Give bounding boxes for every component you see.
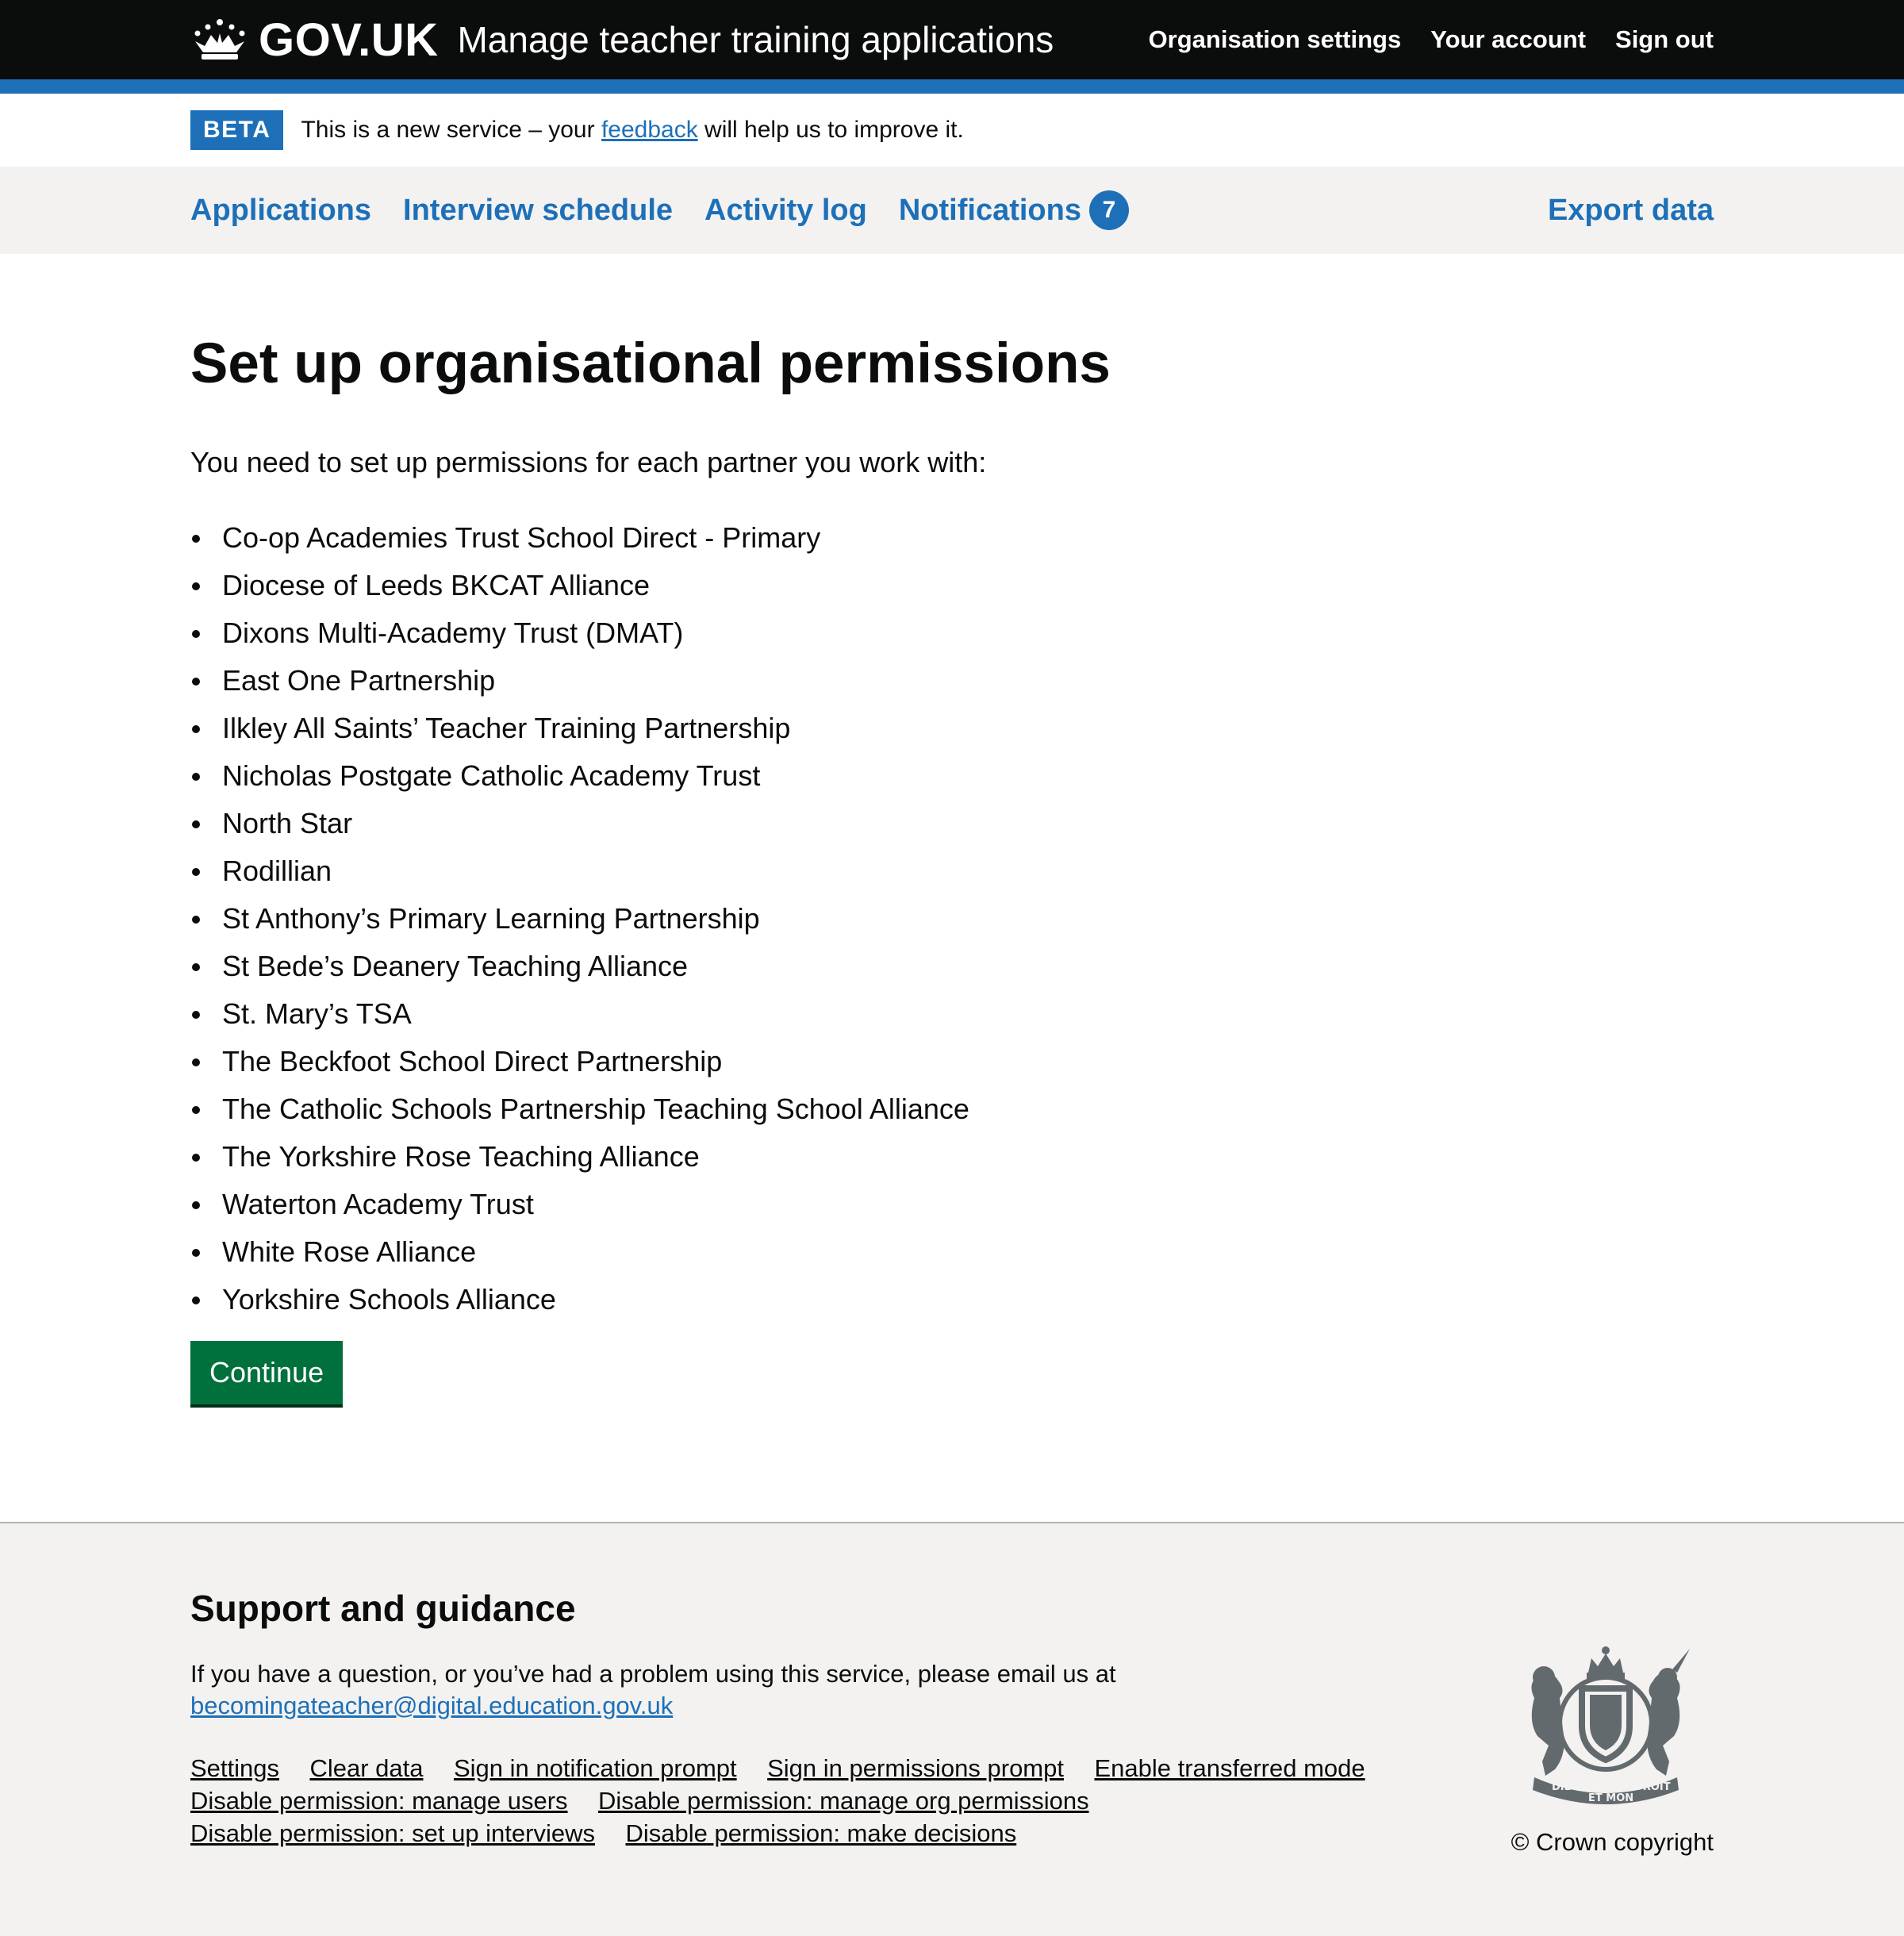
partner-list-item: The Beckfoot School Direct Partnership: [190, 1038, 1714, 1085]
phase-text-before: This is a new service – your: [301, 117, 601, 143]
organisation-settings-link[interactable]: Organisation settings: [1149, 25, 1402, 54]
footer-heading: Support and guidance: [190, 1588, 576, 1629]
site-header: GOV.UK Manage teacher training applicati…: [0, 0, 1904, 94]
footer-link-sign-in-notification-prompt[interactable]: Sign in notification prompt: [454, 1754, 737, 1782]
footer-link-disable-manage-org-permissions[interactable]: Disable permission: manage org permissio…: [598, 1787, 1089, 1815]
crest-motto-et-mon: ET MON: [1588, 1792, 1633, 1804]
nav-activity-log[interactable]: Activity log: [704, 194, 867, 228]
partner-list-item: St. Mary’s TSA: [190, 990, 1714, 1038]
footer-link-disable-manage-users[interactable]: Disable permission: manage users: [190, 1787, 568, 1815]
footer-link-sign-in-permissions-prompt[interactable]: Sign in permissions prompt: [767, 1754, 1064, 1782]
nav-export-data[interactable]: Export data: [1548, 194, 1714, 228]
partner-list-item: North Star: [190, 800, 1714, 847]
partner-list-item: East One Partnership: [190, 657, 1714, 705]
royal-coat-of-arms-icon: DIEU ET MON DROIT: [1531, 1646, 1690, 1804]
page-title: Set up organisational permissions: [190, 332, 1111, 395]
crown-icon: [194, 19, 245, 60]
site-footer: Support and guidance If you have a quest…: [0, 1522, 1904, 1936]
sign-out-link[interactable]: Sign out: [1615, 25, 1714, 54]
govuk-wordmark: GOV.UK: [259, 13, 439, 66]
phase-banner-text: This is a new service – your feedback wi…: [301, 117, 963, 144]
partner-list-item: Diocese of Leeds BKCAT Alliance: [190, 562, 1714, 609]
partner-list-item: Ilkley All Saints’ Teacher Training Part…: [190, 705, 1714, 752]
footer-link-enable-transferred-mode[interactable]: Enable transferred mode: [1094, 1754, 1365, 1782]
continue-button[interactable]: Continue: [190, 1341, 344, 1405]
partner-list-item: Co-op Academies Trust School Direct - Pr…: [190, 514, 1714, 562]
your-account-link[interactable]: Your account: [1430, 25, 1586, 54]
beta-tag: BETA: [190, 110, 284, 150]
govuk-logo-link[interactable]: GOV.UK: [190, 13, 438, 67]
partner-list-item: Dixons Multi-Academy Trust (DMAT): [190, 609, 1714, 657]
partner-list: Co-op Academies Trust School Direct - Pr…: [190, 514, 1714, 1323]
crown-copyright[interactable]: © Crown copyright: [1511, 1828, 1714, 1857]
partner-list-item: White Rose Alliance: [190, 1228, 1714, 1276]
main-content: Set up organisational permissions You ne…: [0, 332, 1904, 1405]
support-email-link[interactable]: becomingateacher@digital.education.gov.u…: [190, 1692, 673, 1719]
primary-navigation: Applications Interview schedule Activity…: [0, 167, 1904, 254]
partner-list-item: Nicholas Postgate Catholic Academy Trust: [190, 752, 1714, 800]
lead-text: You need to set up permissions for each …: [190, 446, 987, 479]
partner-list-item: The Yorkshire Rose Teaching Alliance: [190, 1133, 1714, 1181]
nav-applications[interactable]: Applications: [190, 194, 371, 228]
partner-list-item: St Anthony’s Primary Learning Partnershi…: [190, 895, 1714, 943]
partner-list-item: The Catholic Schools Partnership Teachin…: [190, 1085, 1714, 1133]
footer-link-disable-make-decisions[interactable]: Disable permission: make decisions: [625, 1819, 1016, 1847]
footer-links: Settings Clear data Sign in notification…: [190, 1752, 1396, 1850]
crest-motto-dieu: DIEU: [1552, 1781, 1580, 1793]
footer-help-sentence: If you have a question, or you’ve had a …: [190, 1660, 1116, 1688]
feedback-link[interactable]: feedback: [601, 117, 698, 143]
notifications-count-badge: 7: [1088, 190, 1129, 230]
partner-list-item: St Bede’s Deanery Teaching Alliance: [190, 943, 1714, 990]
phase-banner: BETA This is a new service – your feedba…: [0, 94, 1904, 167]
footer-link-disable-set-up-interviews[interactable]: Disable permission: set up interviews: [190, 1819, 595, 1847]
service-name-link[interactable]: Manage teacher training applications: [457, 18, 1054, 61]
partner-list-item: Rodillian: [190, 847, 1714, 895]
header-nav: Organisation settings Your account Sign …: [1149, 25, 1714, 54]
crest-motto-droit: DROIT: [1634, 1781, 1671, 1793]
partner-list-item: Yorkshire Schools Alliance: [190, 1276, 1714, 1323]
nav-notifications-label: Notifications: [898, 193, 1081, 227]
footer-link-settings[interactable]: Settings: [190, 1754, 279, 1782]
phase-text-after: will help us to improve it.: [697, 117, 964, 143]
footer-help-text: If you have a question, or you’ve had a …: [190, 1658, 1714, 1722]
footer-link-clear-data[interactable]: Clear data: [309, 1754, 423, 1782]
nav-notifications[interactable]: Notifications 7: [899, 190, 1129, 230]
partner-list-item: Waterton Academy Trust: [190, 1181, 1714, 1228]
nav-interview-schedule[interactable]: Interview schedule: [403, 194, 673, 228]
